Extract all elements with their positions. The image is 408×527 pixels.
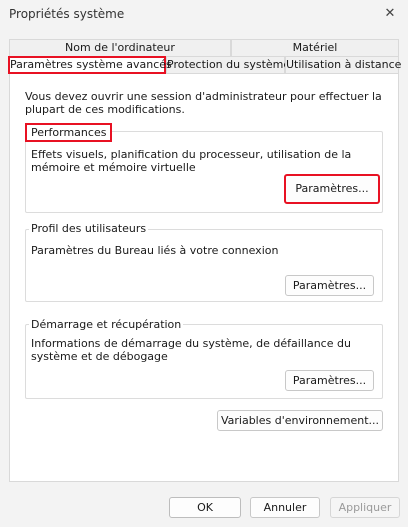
performance-description: Effets visuels, planification du process… xyxy=(31,148,352,174)
performance-group-title: Performances xyxy=(25,123,113,142)
tab-system-protection[interactable]: Protection du système xyxy=(166,56,290,73)
startup-recovery-group-title: Démarrage et récupération xyxy=(29,318,184,331)
tab-remote[interactable]: Utilisation à distance xyxy=(285,56,401,73)
tab-hardware[interactable]: Matériel xyxy=(231,39,399,56)
environment-variables-button[interactable]: Variables d'environnement... xyxy=(217,410,383,431)
user-profiles-description: Paramètres du Bureau liés à votre connex… xyxy=(31,244,279,257)
window-title: Propriétés système xyxy=(9,7,125,21)
startup-recovery-description: Informations de démarrage du système, de… xyxy=(31,337,351,363)
title-bar: Propriétés système ✕ xyxy=(0,0,408,30)
apply-button[interactable]: Appliquer xyxy=(330,497,400,518)
tab-computer-name[interactable]: Nom de l'ordinateur xyxy=(9,39,231,56)
admin-notice: Vous devez ouvrir une session d'administ… xyxy=(25,90,382,116)
cancel-button[interactable]: Annuler xyxy=(250,497,320,518)
close-icon[interactable]: ✕ xyxy=(380,3,400,25)
tab-advanced[interactable]: Paramètres système avancés xyxy=(8,56,172,74)
ok-button[interactable]: OK xyxy=(169,497,241,518)
user-profiles-settings-button[interactable]: Paramètres... xyxy=(285,275,374,296)
user-profiles-group-title: Profil des utilisateurs xyxy=(29,222,149,235)
startup-recovery-settings-button[interactable]: Paramètres... xyxy=(285,370,374,391)
performance-settings-button[interactable]: Paramètres... xyxy=(284,174,380,204)
